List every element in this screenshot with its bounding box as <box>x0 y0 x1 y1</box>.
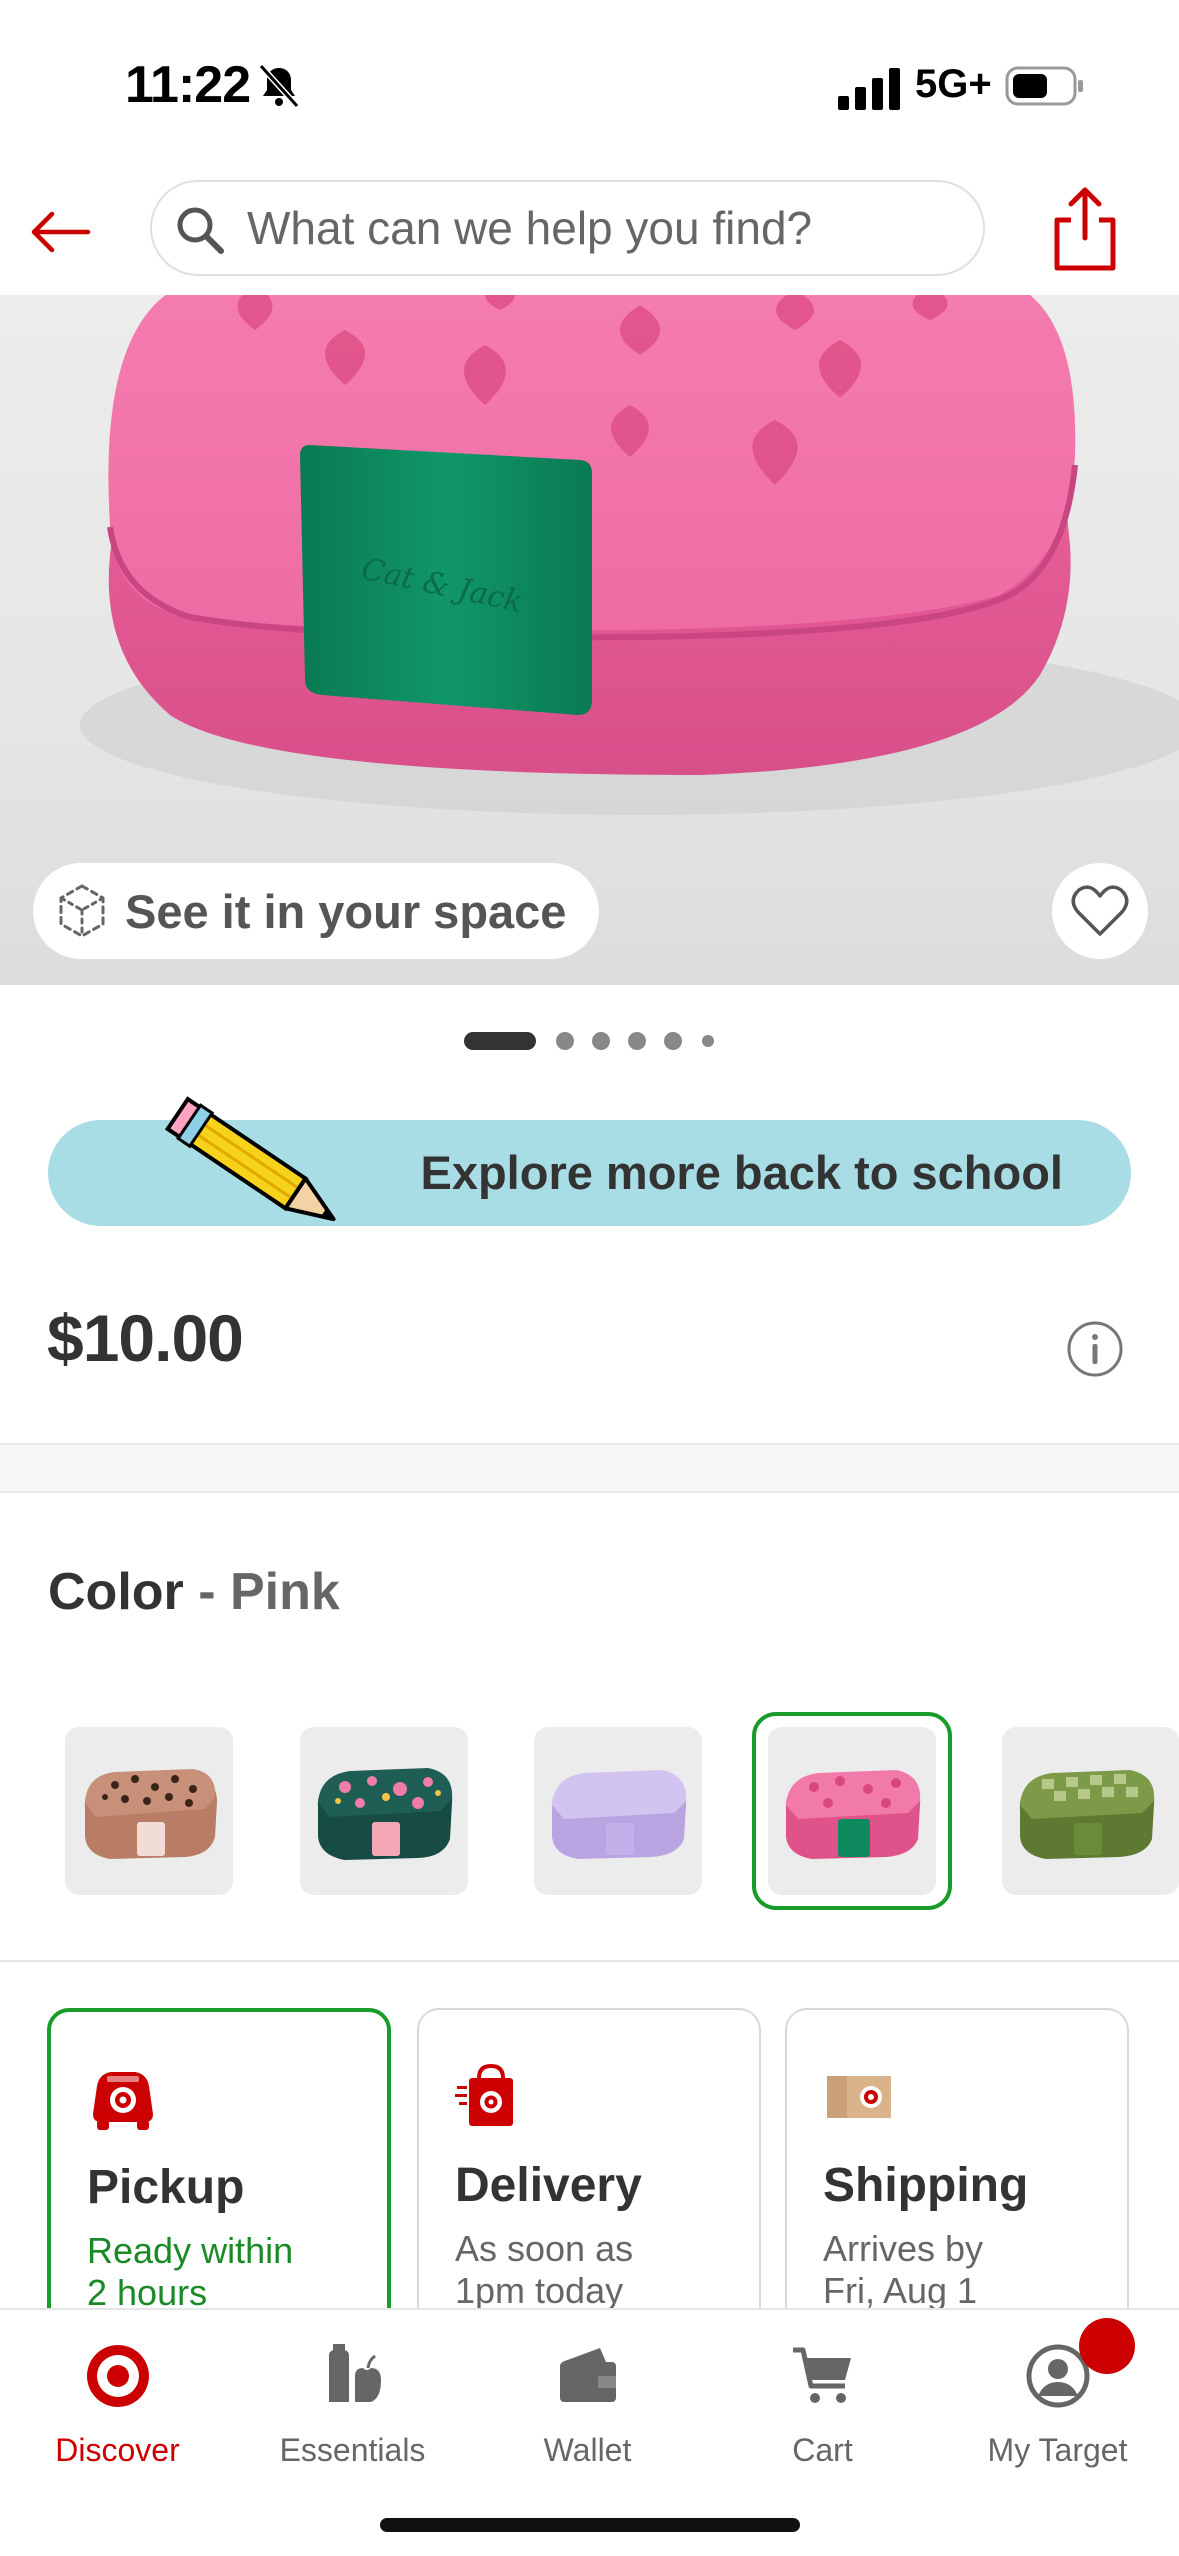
delivery-subtext-line2: 1pm today <box>455 2270 624 2311</box>
pickup-subtext: Ready within 2 hours <box>87 2230 377 2314</box>
search-input[interactable] <box>247 182 967 274</box>
search-header <box>0 170 1179 295</box>
section-divider <box>0 1443 1179 1493</box>
color-swatch-lavender[interactable] <box>534 1727 702 1895</box>
floral-lunchbox-thumbnail <box>317 1768 453 1860</box>
back-arrow-icon <box>31 211 91 253</box>
ar-cube-icon <box>59 884 105 938</box>
leopard-lunchbox-thumbnail <box>84 1769 217 1859</box>
color-swatch-floral-green[interactable] <box>300 1727 468 1895</box>
nav-my-target-label: My Target <box>987 2432 1128 2468</box>
shipping-subtext-line1: Arrives by <box>823 2228 984 2269</box>
search-bar[interactable] <box>150 180 985 276</box>
nav-cart[interactable]: Cart <box>705 2332 940 2482</box>
network-type: 5G+ <box>915 62 992 106</box>
pickup-option-card[interactable]: Pickup Ready within 2 hours <box>47 2008 391 2338</box>
home-indicator[interactable] <box>380 2518 800 2532</box>
share-icon[interactable] <box>1045 184 1125 274</box>
delivery-bag-icon <box>455 2063 513 2126</box>
shipping-subtext-line2: Fri, Aug 1 <box>823 2270 978 2311</box>
carousel-dot <box>664 1032 682 1050</box>
shipping-option-card[interactable]: Shipping Arrives by Fri, Aug 1 <box>785 2008 1129 2338</box>
image-carousel-indicator[interactable] <box>0 1028 1179 1052</box>
section-divider <box>0 1960 1179 1962</box>
pickup-title: Pickup <box>87 2161 245 2214</box>
carousel-dot <box>702 1035 714 1047</box>
target-bullseye-icon <box>86 2345 149 2407</box>
nav-wallet[interactable]: Wallet <box>470 2332 705 2482</box>
shipping-box-icon <box>827 2076 891 2118</box>
carousel-dot <box>628 1032 646 1050</box>
nav-my-target[interactable]: My Target <box>940 2332 1175 2482</box>
carousel-dot <box>592 1032 610 1050</box>
carousel-dot <box>556 1032 574 1050</box>
pickup-subtext-line1: Ready within <box>87 2230 294 2271</box>
heart-icon <box>1071 885 1129 936</box>
notification-badge <box>1079 2318 1135 2374</box>
color-heading: Color - Pink <box>48 1562 340 1622</box>
checker-lunchbox-thumbnail <box>1019 1770 1155 1859</box>
essentials-icon <box>328 2344 381 2402</box>
status-bar: 11:22 5G+ <box>0 0 1179 170</box>
nav-essentials-label: Essentials <box>279 2432 426 2468</box>
carousel-dot-active <box>464 1032 536 1050</box>
shipping-subtext: Arrives by Fri, Aug 1 <box>823 2228 1113 2312</box>
battery-icon <box>1005 66 1083 106</box>
delivery-option-card[interactable]: Delivery As soon as 1pm today <box>417 2008 761 2338</box>
cart-icon <box>792 2347 851 2403</box>
nav-discover-label: Discover <box>55 2432 180 2468</box>
wallet-icon <box>559 2348 616 2402</box>
selected-color-value: Pink <box>229 1563 340 1621</box>
status-time: 11:22 <box>125 56 251 114</box>
product-image[interactable]: Cat & Jack See it in your space <box>0 295 1179 985</box>
nav-discover[interactable]: Discover <box>0 2332 235 2482</box>
lavender-lunchbox-thumbnail <box>551 1770 687 1859</box>
color-swatch-green-checker[interactable] <box>1002 1727 1179 1895</box>
search-icon <box>177 207 224 254</box>
product-price: $10.00 <box>47 1301 244 1375</box>
shipping-title: Shipping <box>823 2159 1029 2212</box>
see-it-in-your-space-button[interactable]: See it in your space <box>33 863 599 959</box>
pink-lunchbox-thumbnail <box>785 1770 921 1859</box>
color-swatch-pink[interactable] <box>768 1727 936 1895</box>
cellular-signal-icon <box>838 68 900 110</box>
back-button[interactable] <box>20 192 100 272</box>
delivery-subtext-line1: As soon as <box>455 2228 634 2269</box>
pencil-icon <box>164 1096 336 1222</box>
info-icon[interactable] <box>1066 1320 1124 1378</box>
color-swatch-list <box>0 1712 1179 1912</box>
color-separator: - <box>183 1563 230 1621</box>
delivery-title: Delivery <box>455 2159 642 2212</box>
color-swatch-leopard[interactable] <box>65 1727 233 1895</box>
delivery-subtext: As soon as 1pm today <box>455 2228 745 2312</box>
nav-essentials[interactable]: Essentials <box>235 2332 470 2482</box>
pickup-car-icon <box>93 2072 153 2130</box>
bell-off-icon <box>258 63 300 109</box>
see-it-in-your-space-label: See it in your space <box>125 884 567 938</box>
color-label: Color <box>48 1563 184 1621</box>
nav-cart-label: Cart <box>792 2432 853 2468</box>
favorite-button[interactable] <box>1052 863 1148 959</box>
nav-wallet-label: Wallet <box>543 2432 632 2468</box>
back-to-school-label: Explore more back to school <box>420 1146 1063 1199</box>
